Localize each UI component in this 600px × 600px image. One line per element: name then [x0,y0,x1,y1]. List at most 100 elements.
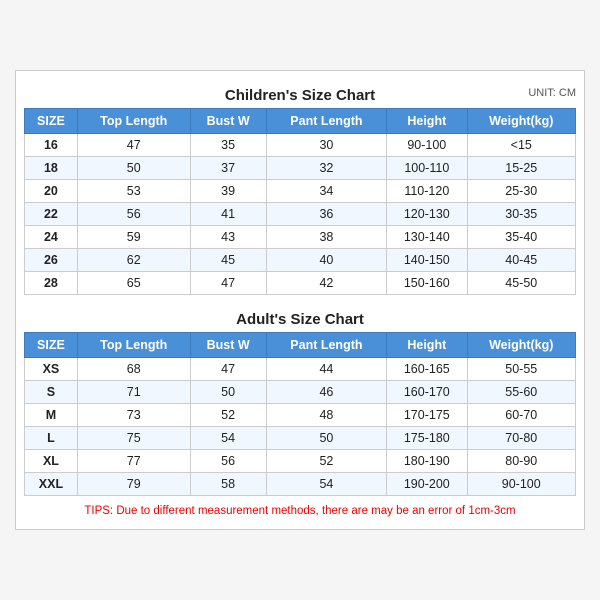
table-cell: 40 [266,249,386,272]
table-cell: 160-170 [387,381,467,404]
col-header-bust-w: Bust W [190,109,266,134]
table-cell: 35-40 [467,226,576,249]
table-cell: 26 [25,249,78,272]
table-cell: 25-30 [467,180,576,203]
table-cell: 77 [77,450,190,473]
table-cell: 15-25 [467,157,576,180]
col-header-top-length: Top Length [77,109,190,134]
table-cell: 28 [25,272,78,295]
col-header-size: SIZE [25,109,78,134]
table-row: 28654742150-16045-50 [25,272,576,295]
table-cell: 16 [25,134,78,157]
table-cell: 45 [190,249,266,272]
table-cell: 30-35 [467,203,576,226]
table-cell: 46 [266,381,386,404]
table-cell: 100-110 [387,157,467,180]
table-cell: 36 [266,203,386,226]
table-row: L755450175-18070-80 [25,427,576,450]
table-cell: 110-120 [387,180,467,203]
table-cell: 24 [25,226,78,249]
table-cell: 65 [77,272,190,295]
table-cell: XS [25,358,78,381]
children-title-text: Children's Size Chart [225,87,375,104]
table-cell: 120-130 [387,203,467,226]
adults-header-row: SIZE Top Length Bust W Pant Length Heigh… [25,333,576,358]
children-header-row: SIZE Top Length Bust W Pant Length Heigh… [25,109,576,134]
table-cell: 20 [25,180,78,203]
table-cell: 71 [77,381,190,404]
adult-col-top-length: Top Length [77,333,190,358]
table-cell: XXL [25,473,78,496]
table-cell: 45-50 [467,272,576,295]
table-cell: 50 [190,381,266,404]
table-cell: S [25,381,78,404]
table-cell: 35 [190,134,266,157]
table-cell: 37 [190,157,266,180]
table-cell: 50 [266,427,386,450]
adults-title-text: Adult's Size Chart [236,311,364,328]
unit-label: UNIT: CM [528,87,576,99]
table-row: XXL795854190-20090-100 [25,473,576,496]
table-cell: 62 [77,249,190,272]
table-cell: 50 [77,157,190,180]
table-row: 18503732100-11015-25 [25,157,576,180]
table-cell: 54 [190,427,266,450]
children-table: SIZE Top Length Bust W Pant Length Heigh… [24,108,576,295]
table-row: 24594338130-14035-40 [25,226,576,249]
table-row: M735248170-17560-70 [25,404,576,427]
table-row: 22564136120-13030-35 [25,203,576,226]
table-cell: 68 [77,358,190,381]
table-cell: L [25,427,78,450]
table-cell: 73 [77,404,190,427]
table-row: 26624540140-15040-45 [25,249,576,272]
children-title: Children's Size Chart UNIT: CM [24,81,576,108]
table-cell: 52 [266,450,386,473]
table-cell: 39 [190,180,266,203]
table-cell: 170-175 [387,404,467,427]
chart-container: Children's Size Chart UNIT: CM SIZE Top … [15,70,585,530]
table-cell: 43 [190,226,266,249]
table-row: 1647353090-100<15 [25,134,576,157]
adults-title: Adult's Size Chart [24,305,576,332]
table-cell: 42 [266,272,386,295]
table-cell: 48 [266,404,386,427]
table-cell: 47 [77,134,190,157]
table-row: XL775652180-19080-90 [25,450,576,473]
adult-col-pant-length: Pant Length [266,333,386,358]
table-cell: 52 [190,404,266,427]
table-cell: 175-180 [387,427,467,450]
table-cell: 150-160 [387,272,467,295]
table-cell: 47 [190,358,266,381]
table-cell: 58 [190,473,266,496]
table-cell: 40-45 [467,249,576,272]
table-cell: 54 [266,473,386,496]
table-cell: 140-150 [387,249,467,272]
table-cell: 38 [266,226,386,249]
col-header-pant-length: Pant Length [266,109,386,134]
table-cell: 60-70 [467,404,576,427]
table-cell: 70-80 [467,427,576,450]
table-cell: 75 [77,427,190,450]
table-cell: <15 [467,134,576,157]
table-cell: XL [25,450,78,473]
col-header-weight: Weight(kg) [467,109,576,134]
table-cell: 130-140 [387,226,467,249]
col-header-height: Height [387,109,467,134]
table-row: XS684744160-16550-55 [25,358,576,381]
table-cell: 79 [77,473,190,496]
tips-text: TIPS: Due to different measurement metho… [24,503,576,519]
table-cell: 90-100 [467,473,576,496]
table-cell: 50-55 [467,358,576,381]
table-cell: 80-90 [467,450,576,473]
table-cell: 190-200 [387,473,467,496]
adult-col-weight: Weight(kg) [467,333,576,358]
adults-table: SIZE Top Length Bust W Pant Length Heigh… [24,332,576,496]
table-cell: 44 [266,358,386,381]
table-cell: 22 [25,203,78,226]
adult-col-size: SIZE [25,333,78,358]
table-cell: 18 [25,157,78,180]
table-cell: 41 [190,203,266,226]
table-cell: 56 [190,450,266,473]
adult-col-height: Height [387,333,467,358]
table-cell: 55-60 [467,381,576,404]
